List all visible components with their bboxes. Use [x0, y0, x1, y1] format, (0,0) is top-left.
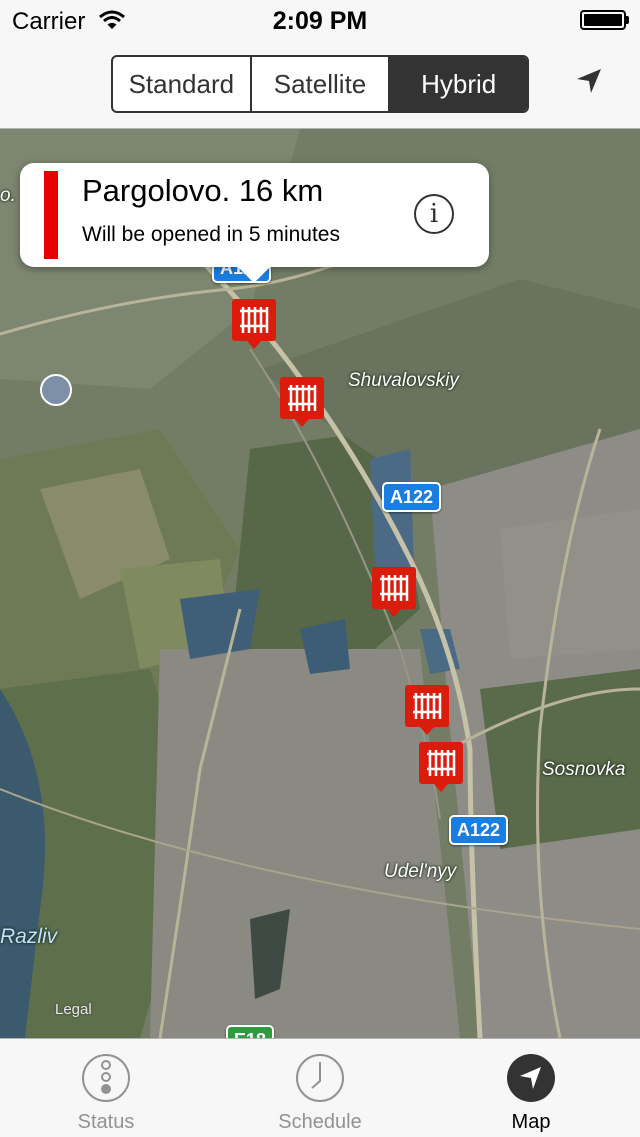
railway-crossing-pin[interactable]	[403, 683, 451, 739]
tab-bar: Status Schedule Map	[0, 1038, 640, 1137]
railway-crossing-pin[interactable]	[370, 565, 418, 621]
segment-satellite[interactable]: Satellite	[252, 57, 391, 111]
segment-hybrid[interactable]: Hybrid	[390, 57, 527, 111]
landmark-icon[interactable]	[40, 374, 72, 406]
road-shield-a122: A122	[449, 815, 509, 845]
railway-crossing-pin[interactable]	[417, 740, 465, 796]
battery-tip	[626, 16, 629, 24]
status-bar: Carrier 2:09 PM	[0, 0, 640, 40]
legal-link[interactable]: Legal	[55, 1001, 92, 1018]
tab-status[interactable]: Status	[26, 1039, 186, 1137]
tab-map[interactable]: Map	[451, 1039, 611, 1137]
tab-schedule[interactable]: Schedule	[240, 1039, 400, 1137]
info-icon[interactable]: i	[414, 194, 454, 234]
road-shield-e18: E18	[226, 1025, 275, 1038]
battery-icon	[580, 10, 626, 30]
place-label-shuvalovskiy: Shuvalovskiy	[348, 370, 459, 391]
navigation-bar: Standard Satellite Hybrid	[0, 40, 640, 129]
tab-schedule-label: Schedule	[278, 1111, 362, 1133]
map-type-segmented-control[interactable]: Standard Satellite Hybrid	[111, 55, 529, 113]
tab-map-label: Map	[511, 1111, 551, 1133]
tab-status-label: Status	[77, 1111, 135, 1133]
status-color-bar	[44, 171, 58, 259]
crossing-callout[interactable]: Pargolovo. 16 km Will be opened in 5 min…	[20, 163, 489, 267]
place-label-sosnovka: Sosnovka	[542, 759, 626, 780]
road-shield-a122: A122	[382, 482, 442, 512]
callout-title: Pargolovo. 16 km	[82, 173, 324, 208]
traffic-light-icon	[82, 1054, 130, 1102]
railway-crossing-pin[interactable]	[278, 375, 326, 431]
place-label-udelnyy: Udel'nyy	[384, 861, 457, 882]
callout-subtitle: Will be opened in 5 minutes	[82, 223, 340, 246]
location-arrow-icon[interactable]	[572, 64, 606, 98]
railway-crossing-pin[interactable]	[230, 297, 278, 353]
clock-icon	[296, 1054, 344, 1102]
location-arrow-icon	[507, 1054, 555, 1102]
place-label-razliv: Razliv	[0, 925, 58, 948]
callout-pointer	[238, 267, 270, 283]
status-time: 2:09 PM	[272, 7, 368, 35]
segment-standard[interactable]: Standard	[113, 57, 252, 111]
place-label-partial: o.	[0, 185, 16, 206]
